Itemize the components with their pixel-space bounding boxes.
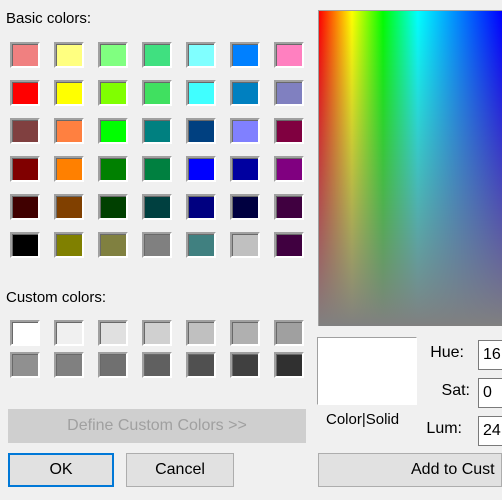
lum-input[interactable]: [478, 416, 502, 446]
sat-label: Sat:: [441, 382, 470, 399]
lum-label: Lum:: [426, 420, 462, 437]
custom-color-swatch[interactable]: [274, 320, 304, 346]
custom-color-swatch[interactable]: [10, 352, 40, 378]
basic-color-swatch[interactable]: [54, 118, 84, 144]
basic-color-swatch[interactable]: [274, 118, 304, 144]
basic-color-swatch[interactable]: [142, 80, 172, 106]
basic-color-swatch[interactable]: [98, 194, 128, 220]
basic-color-swatch[interactable]: [186, 118, 216, 144]
basic-color-swatch[interactable]: [230, 156, 260, 182]
basic-color-swatch[interactable]: [274, 156, 304, 182]
custom-color-swatch[interactable]: [54, 320, 84, 346]
basic-color-swatch[interactable]: [274, 194, 304, 220]
basic-color-swatch[interactable]: [274, 42, 304, 68]
custom-color-swatch[interactable]: [142, 320, 172, 346]
basic-color-swatch[interactable]: [10, 42, 40, 68]
basic-color-swatch[interactable]: [274, 80, 304, 106]
basic-colors-label: Basic colors:: [6, 10, 92, 27]
basic-color-swatch[interactable]: [186, 156, 216, 182]
custom-color-swatch[interactable]: [230, 352, 260, 378]
basic-color-swatch[interactable]: [230, 80, 260, 106]
color-spectrum[interactable]: [318, 10, 502, 326]
basic-color-swatch[interactable]: [10, 118, 40, 144]
basic-color-swatch[interactable]: [98, 232, 128, 258]
basic-color-swatch[interactable]: [142, 42, 172, 68]
custom-color-swatch[interactable]: [10, 320, 40, 346]
ok-button[interactable]: OK: [8, 453, 114, 487]
basic-color-swatch[interactable]: [10, 80, 40, 106]
basic-color-swatch[interactable]: [186, 80, 216, 106]
basic-color-swatch[interactable]: [186, 42, 216, 68]
basic-color-swatch[interactable]: [98, 80, 128, 106]
basic-color-swatch[interactable]: [230, 118, 260, 144]
custom-colors-label: Custom colors:: [6, 289, 107, 306]
cancel-button[interactable]: Cancel: [126, 453, 234, 487]
define-custom-colors-button[interactable]: Define Custom Colors >>: [8, 409, 306, 443]
basic-color-swatch[interactable]: [98, 42, 128, 68]
basic-color-swatch[interactable]: [142, 156, 172, 182]
custom-color-swatch[interactable]: [186, 352, 216, 378]
basic-color-swatch[interactable]: [10, 194, 40, 220]
basic-color-swatch[interactable]: [54, 156, 84, 182]
basic-color-swatch[interactable]: [230, 42, 260, 68]
basic-color-swatch[interactable]: [142, 194, 172, 220]
basic-color-swatch[interactable]: [10, 232, 40, 258]
basic-color-swatch[interactable]: [54, 42, 84, 68]
basic-color-swatch[interactable]: [54, 232, 84, 258]
basic-color-swatch[interactable]: [98, 118, 128, 144]
custom-colors-grid: [10, 320, 304, 378]
basic-color-swatch[interactable]: [54, 80, 84, 106]
basic-color-swatch[interactable]: [10, 156, 40, 182]
basic-color-swatch[interactable]: [230, 194, 260, 220]
color-preview: [317, 337, 417, 405]
basic-color-swatch[interactable]: [186, 194, 216, 220]
hue-label: Hue:: [430, 344, 464, 361]
custom-color-swatch[interactable]: [98, 352, 128, 378]
hue-input[interactable]: [478, 340, 502, 370]
custom-color-swatch[interactable]: [142, 352, 172, 378]
add-to-custom-colors-button[interactable]: Add to Cust: [318, 453, 502, 487]
custom-color-swatch[interactable]: [274, 352, 304, 378]
basic-color-swatch[interactable]: [54, 194, 84, 220]
basic-color-swatch[interactable]: [142, 232, 172, 258]
basic-color-swatch[interactable]: [274, 232, 304, 258]
custom-color-swatch[interactable]: [98, 320, 128, 346]
basic-color-swatch[interactable]: [230, 232, 260, 258]
basic-color-swatch[interactable]: [98, 156, 128, 182]
custom-color-swatch[interactable]: [186, 320, 216, 346]
basic-colors-grid: [10, 42, 304, 258]
color-solid-label: Color|Solid: [326, 411, 400, 428]
basic-color-swatch[interactable]: [186, 232, 216, 258]
custom-color-swatch[interactable]: [230, 320, 260, 346]
custom-color-swatch[interactable]: [54, 352, 84, 378]
basic-color-swatch[interactable]: [142, 118, 172, 144]
sat-input[interactable]: [478, 378, 502, 408]
